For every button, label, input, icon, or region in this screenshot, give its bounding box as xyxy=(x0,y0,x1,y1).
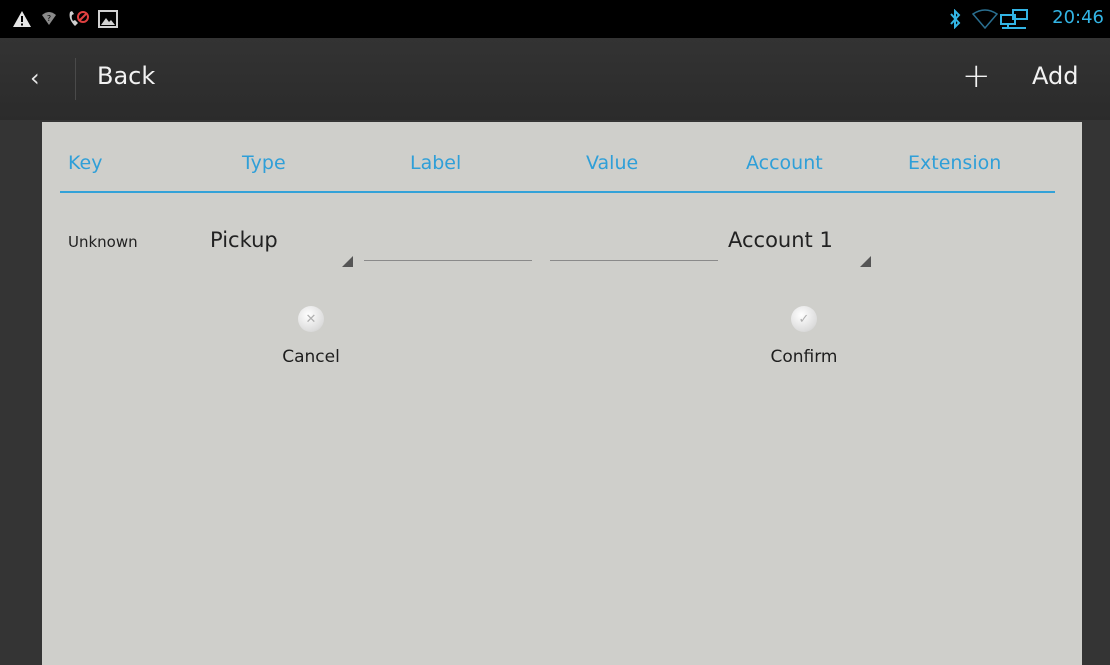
image-icon xyxy=(98,9,118,29)
header-underline xyxy=(60,191,1055,193)
cancel-label: Cancel xyxy=(282,347,340,367)
account-spinner-arrow-icon xyxy=(860,256,871,267)
cancel-icon: ✕ xyxy=(298,306,324,332)
label-field[interactable] xyxy=(364,260,532,261)
back-button[interactable]: Back xyxy=(97,62,155,90)
key-value: Unknown xyxy=(68,233,138,251)
column-header-label: Label xyxy=(410,152,462,174)
column-header-value: Value xyxy=(586,152,639,174)
column-header-key: Key xyxy=(68,152,103,174)
call-blocked-icon xyxy=(67,9,89,29)
add-button[interactable]: Add xyxy=(1032,62,1078,90)
value-field[interactable] xyxy=(550,260,718,261)
screen: ? 20:46 ‹ Back + Add Key Type Label Valu… xyxy=(0,0,1110,665)
account-spinner-value: Account 1 xyxy=(728,228,833,252)
plus-icon[interactable]: + xyxy=(962,56,991,96)
column-header-account: Account xyxy=(746,152,823,174)
column-header-extension: Extension xyxy=(908,152,1002,174)
action-bar: ‹ Back + Add xyxy=(0,38,1110,120)
confirm-label: Confirm xyxy=(770,347,838,367)
confirm-button[interactable]: ✓ Confirm xyxy=(749,306,859,367)
wifi-empty-icon xyxy=(972,9,998,29)
chevron-left-icon[interactable]: ‹ xyxy=(30,64,40,92)
content-panel: Key Type Label Value Account Extension U… xyxy=(42,122,1082,665)
clock: 20:46 xyxy=(1052,7,1104,28)
type-spinner-arrow-icon xyxy=(342,256,353,267)
cancel-button[interactable]: ✕ Cancel xyxy=(256,306,366,367)
network-icon xyxy=(1000,9,1030,29)
bluetooth-icon xyxy=(948,9,962,29)
wifi-question-icon: ? xyxy=(40,9,58,29)
status-bar: ? 20:46 xyxy=(0,0,1110,38)
svg-text:?: ? xyxy=(47,14,51,23)
confirm-icon: ✓ xyxy=(791,306,817,332)
type-spinner-value: Pickup xyxy=(210,228,278,252)
column-header-type: Type xyxy=(242,152,286,174)
warning-icon xyxy=(12,9,32,29)
action-bar-divider xyxy=(75,58,76,100)
